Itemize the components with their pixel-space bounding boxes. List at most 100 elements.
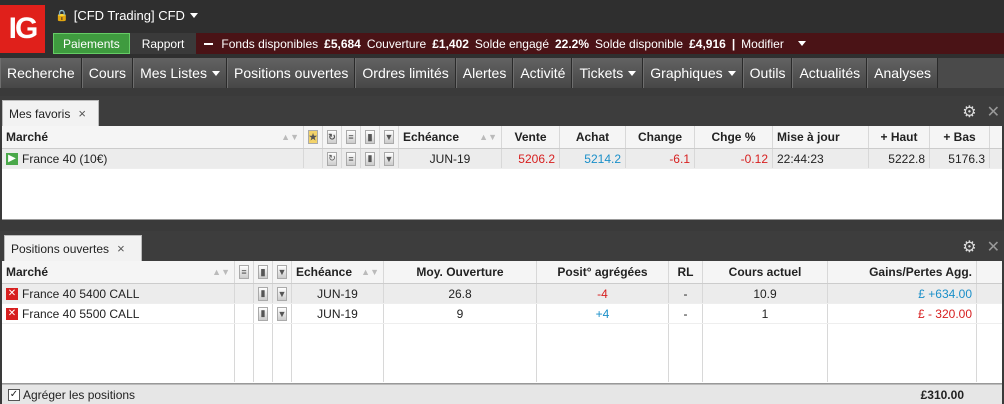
chevron-down-icon <box>189 13 198 18</box>
col-icon-5[interactable]: ▼ <box>380 126 399 148</box>
row-echeance: JUN-19 <box>292 304 384 323</box>
col-icon-1[interactable]: ★ <box>304 126 323 148</box>
col-bas[interactable]: + Bas <box>930 126 990 148</box>
nav-cours[interactable]: Cours <box>81 58 134 88</box>
nav-positions-ouvertes[interactable]: Positions ouvertes <box>226 58 356 88</box>
col-haut[interactable]: + Haut <box>869 126 930 148</box>
col-echeance[interactable]: Echéance ▲▼ <box>292 261 384 283</box>
col-change[interactable]: Change <box>626 126 695 148</box>
close-icon[interactable]: × <box>78 106 86 121</box>
account-summary-bar: Paiements Rapport Fonds disponibles £5,6… <box>53 33 1004 54</box>
row-chge-pct: -0.12 <box>695 149 773 168</box>
col-posit[interactable]: Posit° agrégées <box>537 261 669 283</box>
col-chge-pct[interactable]: Chge % <box>695 126 773 148</box>
col-moy-ouverture[interactable]: Moy. Ouverture <box>384 261 537 283</box>
row-marche[interactable]: ✕ France 40 5500 CALL <box>2 304 235 323</box>
tab-mes-favoris[interactable]: Mes favoris × <box>2 100 99 126</box>
table-row[interactable]: ✕ France 40 5500 CALL ▮ ▼ JUN-19 9 +4 - 1… <box>2 304 1002 324</box>
row-gains: £ +634.00 <box>828 284 977 303</box>
nav-alertes[interactable]: Alertes <box>455 58 514 88</box>
row-gains: £ - 320.00 <box>828 304 977 323</box>
nav-outils[interactable]: Outils <box>742 58 793 88</box>
total-gains: £310.00 <box>920 387 964 402</box>
col-cours[interactable]: Cours actuel <box>703 261 828 283</box>
main-nav: Recherche Cours Mes Listes Positions ouvert… <box>0 58 1004 88</box>
col-icon-2[interactable]: ↻ <box>323 126 342 148</box>
col-icon-3[interactable]: ≡ <box>342 126 361 148</box>
dropdown-icon[interactable]: ▼ <box>380 149 399 168</box>
nav-activit-[interactable]: Activité <box>513 58 573 88</box>
row-moy: 9 <box>384 304 537 323</box>
table-row[interactable]: ▶ France 40 (10€) ↻ ≡ ▮ ▼ JUN-19 5206.2 5… <box>2 149 1002 169</box>
col-vente[interactable]: Vente <box>502 126 560 148</box>
col-achat[interactable]: Achat <box>560 126 626 148</box>
row-moy: 26.8 <box>384 284 537 303</box>
refresh-icon[interactable]: ↻ <box>323 149 342 168</box>
agreger-checkbox[interactable]: ✓ <box>8 388 20 401</box>
row-marche[interactable]: ✕ France 40 5400 CALL <box>2 284 235 303</box>
lock-icon: 🔒 <box>55 10 69 22</box>
col-icon-1[interactable]: ≡ <box>235 261 254 283</box>
close-icon[interactable]: × <box>117 241 125 256</box>
nav-graphiques[interactable]: Graphiques <box>643 58 743 88</box>
row-cours: 10.9 <box>703 284 828 303</box>
nav-tickets[interactable]: Tickets <box>572 58 644 88</box>
solde-engage-label: Solde engagé <box>474 36 549 51</box>
gear-icon[interactable]: ⚙ <box>962 102 976 122</box>
col-echeance[interactable]: Echéance ▲▼ <box>399 126 502 148</box>
nav-label: Cours <box>88 65 127 81</box>
fonds-value: £5,684 <box>324 36 361 51</box>
gear-icon[interactable]: ⚙ <box>962 237 976 257</box>
close-panel-icon[interactable]: ✕ <box>987 237 1000 257</box>
dropdown-icon[interactable]: ▼ <box>273 304 292 323</box>
panel-tools: ⚙ ✕ <box>962 237 1000 257</box>
positions-rows: ✕ France 40 5400 CALL ▮ ▼ JUN-19 26.8 -4 … <box>2 284 1002 382</box>
row-marche[interactable]: ▶ France 40 (10€) <box>2 149 304 168</box>
dropdown-icon[interactable]: ▼ <box>273 284 292 303</box>
favoris-grid: Marché ▲▼ ★ ↻ ≡ ▮ ▼ Echéance ▲▼ Vente Acha… <box>2 126 1002 220</box>
positions-footer: ✓ Agréger les positions £310.00 <box>2 384 1002 404</box>
nav-recherche[interactable]: Recherche <box>0 58 82 88</box>
close-position-icon[interactable]: ✕ <box>6 307 18 320</box>
top-bar: IG 🔒 [CFD Trading] CFD Paiements Rapport… <box>0 0 1004 58</box>
chevron-down-icon <box>727 70 736 76</box>
separator: | <box>731 36 736 51</box>
chevron-down-icon <box>211 70 220 76</box>
chart-icon[interactable]: ▮ <box>361 149 380 168</box>
nav-mes-listes[interactable]: Mes Listes <box>133 58 227 88</box>
nav-label: Graphiques <box>650 65 723 81</box>
close-panel-icon[interactable]: ✕ <box>987 102 1000 122</box>
close-position-icon[interactable]: ✕ <box>6 287 18 300</box>
nav-analyses[interactable]: Analyses <box>867 58 938 88</box>
nav-label: Activité <box>520 65 566 81</box>
tab-positions-ouvertes[interactable]: Positions ouvertes × <box>4 235 142 261</box>
col-rl[interactable]: RL <box>669 261 703 283</box>
col-icon-3[interactable]: ▼ <box>273 261 292 283</box>
account-selector[interactable]: 🔒 [CFD Trading] CFD <box>55 8 198 23</box>
rapport-button[interactable]: Rapport <box>129 33 197 54</box>
row-achat[interactable]: 5214.2 <box>560 149 626 168</box>
modifier-button[interactable]: Modifier <box>741 37 784 51</box>
col-marche[interactable]: Marché ▲▼ <box>2 126 304 148</box>
solde-dispo-label: Solde disponible <box>595 36 684 51</box>
collapse-icon[interactable] <box>204 42 214 45</box>
col-gains[interactable]: Gains/Pertes Agg. <box>828 261 977 283</box>
nav-label: Tickets <box>579 65 624 81</box>
positions-panel-header: Positions ouvertes × ⚙ ✕ <box>0 231 1004 261</box>
chevron-down-icon[interactable] <box>797 41 806 46</box>
list-icon[interactable]: ≡ <box>342 149 361 168</box>
positions-header-row: Marché ▲▼ ≡ ▮ ▼ Echéance ▲▼ Moy. Ouverture… <box>2 261 1002 284</box>
row-cours: 1 <box>703 304 828 323</box>
table-row[interactable]: ✕ France 40 5400 CALL ▮ ▼ JUN-19 26.8 -4 … <box>2 284 1002 304</box>
nav-actualit-s[interactable]: Actualités <box>792 58 868 88</box>
col-mise-a-jour[interactable]: Mise à jour <box>773 126 869 148</box>
paiements-button[interactable]: Paiements <box>53 33 130 54</box>
col-icon-4[interactable]: ▮ <box>361 126 380 148</box>
col-icon-2[interactable]: ▮ <box>254 261 273 283</box>
chart-icon[interactable]: ▮ <box>254 304 273 323</box>
row-vente[interactable]: 5206.2 <box>502 149 560 168</box>
col-marche[interactable]: Marché ▲▼ <box>2 261 235 283</box>
nav-label: Alertes <box>462 65 507 81</box>
nav-ordres-limit-s[interactable]: Ordres limités <box>355 58 456 88</box>
chart-icon[interactable]: ▮ <box>254 284 273 303</box>
